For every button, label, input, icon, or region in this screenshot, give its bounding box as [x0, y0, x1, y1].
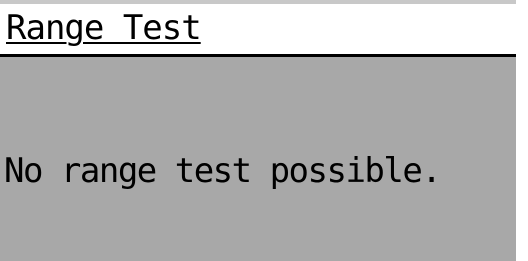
page-title: Range Test: [6, 8, 202, 48]
right-edge: [516, 0, 528, 261]
range-test-screen: Range Test No range test possible.: [0, 0, 528, 261]
status-message: No range test possible.: [4, 151, 442, 191]
header: Range Test: [0, 4, 516, 54]
message-panel: No range test possible.: [0, 57, 516, 261]
